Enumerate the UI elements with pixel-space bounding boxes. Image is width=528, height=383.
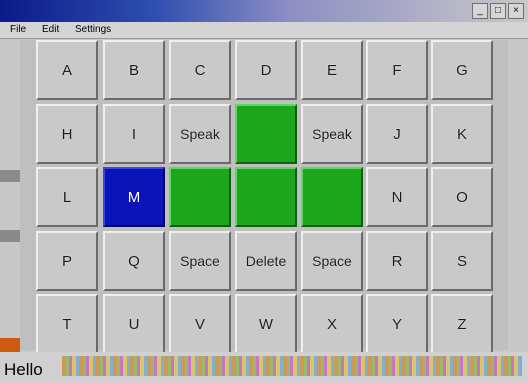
- key-w[interactable]: W: [235, 294, 297, 354]
- key-r[interactable]: R: [366, 231, 428, 291]
- key-blank-2-4[interactable]: [301, 167, 363, 227]
- key-u[interactable]: U: [103, 294, 165, 354]
- key-m[interactable]: M: [103, 167, 165, 227]
- key-t[interactable]: T: [36, 294, 98, 354]
- key-l[interactable]: L: [36, 167, 98, 227]
- key-d[interactable]: D: [235, 40, 297, 100]
- title-bar: _ □ ×: [0, 0, 528, 22]
- key-p[interactable]: P: [36, 231, 98, 291]
- menu-file[interactable]: File: [10, 24, 26, 35]
- key-n[interactable]: N: [366, 167, 428, 227]
- key-delete[interactable]: Delete: [235, 231, 297, 291]
- close-button[interactable]: ×: [508, 3, 524, 19]
- key-o[interactable]: O: [431, 167, 493, 227]
- key-h[interactable]: H: [36, 104, 98, 164]
- row-marker: [0, 230, 20, 242]
- decorative-stripe: [62, 356, 522, 376]
- key-x[interactable]: X: [301, 294, 363, 354]
- key-blank-2-2[interactable]: [169, 167, 231, 227]
- key-blank-1-3[interactable]: [235, 104, 297, 164]
- key-z[interactable]: Z: [431, 294, 493, 354]
- menu-edit[interactable]: Edit: [42, 24, 59, 35]
- key-f[interactable]: F: [366, 40, 428, 100]
- maximize-button[interactable]: □: [490, 3, 506, 19]
- key-q[interactable]: Q: [103, 231, 165, 291]
- key-e[interactable]: E: [301, 40, 363, 100]
- key-s[interactable]: S: [431, 231, 493, 291]
- key-blank-2-3[interactable]: [235, 167, 297, 227]
- text-output: Hello: [4, 360, 43, 379]
- key-c[interactable]: C: [169, 40, 231, 100]
- key-a[interactable]: A: [36, 40, 98, 100]
- key-space[interactable]: Space: [169, 231, 231, 291]
- key-space[interactable]: Space: [301, 231, 363, 291]
- key-y[interactable]: Y: [366, 294, 428, 354]
- menu-settings[interactable]: Settings: [75, 24, 111, 35]
- keyboard-grid: A B C D E F G H I Speak Speak J K L M N O P Q Space Delete Sp…: [20, 40, 508, 354]
- key-v[interactable]: V: [169, 294, 231, 354]
- menu-bar: File Edit Settings: [0, 22, 528, 39]
- key-b[interactable]: B: [103, 40, 165, 100]
- key-k[interactable]: K: [431, 104, 493, 164]
- key-speak[interactable]: Speak: [301, 104, 363, 164]
- key-i[interactable]: I: [103, 104, 165, 164]
- text-output-bar: Hello: [0, 352, 528, 383]
- minimize-button[interactable]: _: [472, 3, 488, 19]
- key-g[interactable]: G: [431, 40, 493, 100]
- key-j[interactable]: J: [366, 104, 428, 164]
- row-marker: [0, 170, 20, 182]
- window-controls: _ □ ×: [472, 3, 524, 19]
- key-speak[interactable]: Speak: [169, 104, 231, 164]
